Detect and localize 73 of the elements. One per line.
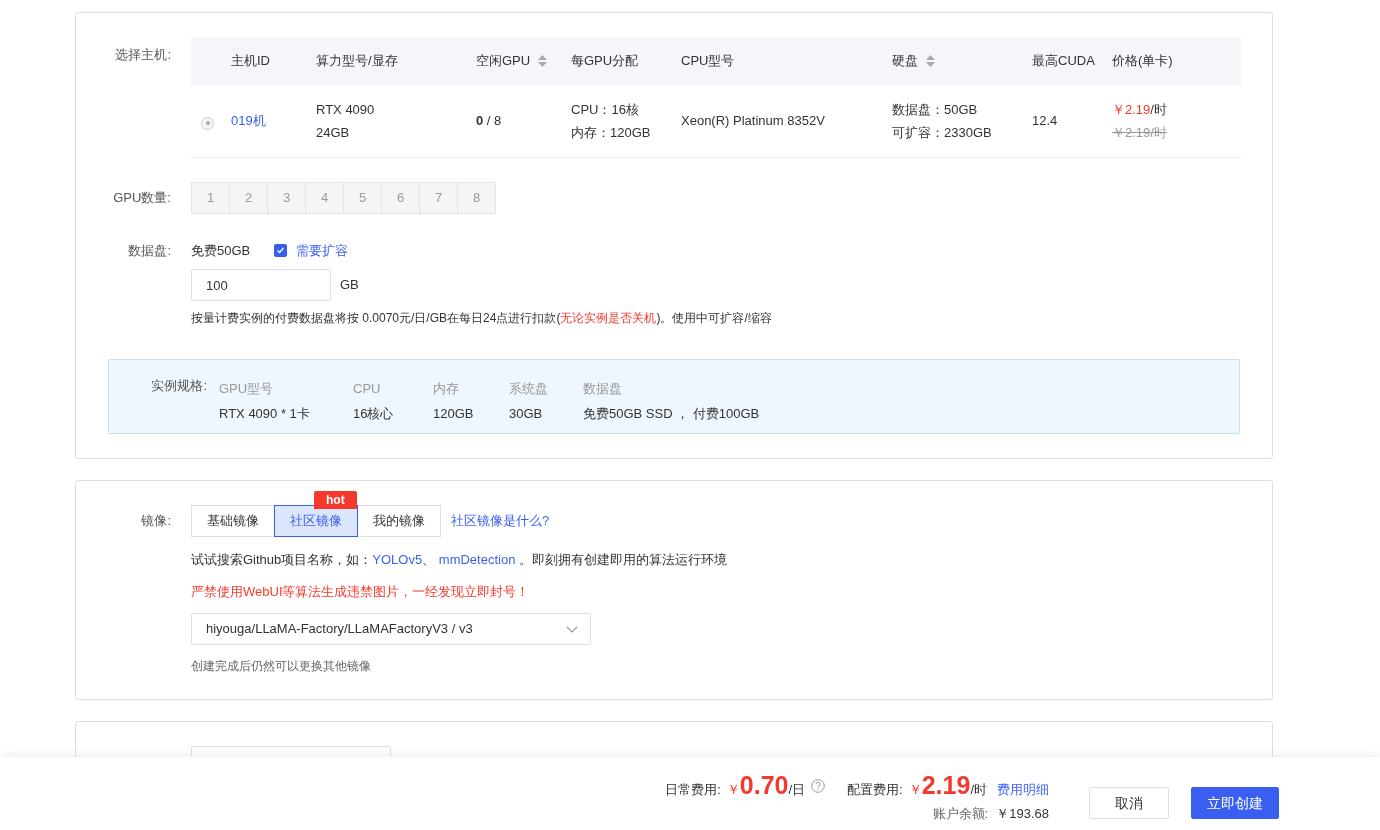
- spec-title: 数据盘: [583, 380, 623, 398]
- image-tab[interactable]: 社区镜像: [274, 505, 358, 537]
- spec-value: 30GB: [509, 405, 544, 423]
- form-label: 选择主机:: [115, 47, 171, 62]
- column-header: 最高CUDA: [1032, 52, 1095, 71]
- spec-title: CPU: [353, 380, 382, 398]
- table-cell-text: CPU：16核: [571, 100, 640, 119]
- spec-value: 免费50GB SSD ， 付费100GB: [583, 405, 761, 423]
- form-label: GPU数量:: [113, 189, 171, 205]
- price: ￥2.19: [1112, 101, 1151, 117]
- size-input[interactable]: 100: [191, 269, 331, 301]
- original-price: ￥2.19/时: [1112, 124, 1167, 140]
- table-cell: 12.4: [1032, 113, 1058, 129]
- spec-label: 实例规格:: [150, 377, 208, 395]
- select-value: hiyouga/LLaMA-Factory/LLaMAFactoryV3 / v3: [206, 620, 473, 639]
- cost-label: 日常费用:: [665, 781, 721, 799]
- create-button[interactable]: 立即创建: [1191, 787, 1279, 819]
- cost-label: 配置费用:: [847, 781, 903, 799]
- cost-unit: /时: [970, 782, 987, 799]
- form-label: 镜像:: [141, 513, 171, 529]
- column-header: 价格(单卡): [1112, 52, 1173, 71]
- balance-amount: ￥193.68: [996, 804, 1049, 823]
- sort-icon[interactable]: [926, 55, 935, 67]
- table-cell: Xeon(R) Platinum 8352V: [681, 113, 825, 129]
- table-cell-text: 24GB: [316, 123, 351, 142]
- hint-text: 试试搜索Github项目名称，如：YOLOv5、 mmDetection 。即刻拥有创建即用的算法运行环境: [191, 551, 727, 569]
- column-header: 主机ID: [231, 52, 270, 71]
- price-unit: /时: [1150, 101, 1167, 117]
- spec-title: GPU型号: [219, 380, 275, 398]
- checkbox-label[interactable]: 需要扩容: [296, 240, 349, 260]
- help-icon[interactable]: [811, 779, 826, 794]
- checkbox[interactable]: [274, 243, 288, 257]
- table-cell-text: 内存：120GB: [571, 123, 652, 142]
- example-link[interactable]: mmDetection: [438, 552, 516, 567]
- table-cell: 0: [476, 113, 484, 129]
- spec-title: 内存: [433, 380, 460, 398]
- select-field[interactable]: [191, 746, 391, 756]
- free-size-text: 免费50GB: [191, 241, 251, 260]
- column-header: 每GPU分配: [571, 52, 639, 71]
- form-label: 数据盘:: [128, 242, 171, 258]
- chevron-down-icon: [566, 625, 578, 633]
- column-header: 空闲GPU: [476, 52, 531, 71]
- currency-symbol: ￥: [908, 782, 922, 799]
- daily-cost: 0.70: [739, 773, 789, 798]
- config-cost: 2.19: [921, 773, 971, 798]
- cost-unit: /日: [788, 782, 806, 799]
- table-cell: / 8: [486, 113, 502, 129]
- help-link[interactable]: 社区镜像是什么?: [451, 511, 550, 531]
- unit-label: GB: [340, 276, 359, 295]
- currency-symbol: ￥: [726, 782, 740, 799]
- check-icon: [276, 245, 286, 255]
- cancel-button[interactable]: 取消: [1089, 787, 1169, 819]
- balance-label: 账户余额:: [932, 804, 989, 823]
- column-header: 算力型号/显存: [316, 52, 398, 71]
- image-select[interactable]: hiyouga/LLaMA-Factory/LLaMAFactoryV3 / v3: [191, 613, 591, 645]
- column-header: CPU型号: [681, 52, 735, 71]
- example-link[interactable]: YOLOv5: [372, 552, 423, 567]
- cost-details-link[interactable]: 费用明细: [997, 780, 1049, 800]
- warning-text: 严禁使用WebUI等算法生成违禁图片，一经发现立即封号！: [191, 582, 530, 601]
- helper-text: 创建完成后仍然可以更换其他镜像: [191, 658, 371, 675]
- sort-icon[interactable]: [538, 55, 548, 67]
- spec-value: RTX 4090 * 1卡: [219, 405, 311, 423]
- spec-value: 120GB: [433, 405, 475, 423]
- hot-badge: hot: [314, 491, 357, 509]
- table-cell-text: RTX 4090: [316, 100, 376, 119]
- image-tab[interactable]: 基础镜像: [191, 505, 275, 537]
- column-header: 硬盘: [892, 52, 918, 71]
- spec-title: 系统盘: [509, 380, 549, 398]
- spec-value: 16核心: [353, 405, 395, 423]
- image-tab[interactable]: 我的镜像: [357, 505, 441, 537]
- table-cell-text: 可扩容：2330GB: [892, 123, 993, 142]
- billing-note: 按量计费实例的付费数据盘将按 0.0070元/日/GB在每日24点进行扣款(无论实例是否关机)。使用中可扩容/缩容: [191, 310, 772, 327]
- table-cell-text: 数据盘：50GB: [892, 100, 979, 119]
